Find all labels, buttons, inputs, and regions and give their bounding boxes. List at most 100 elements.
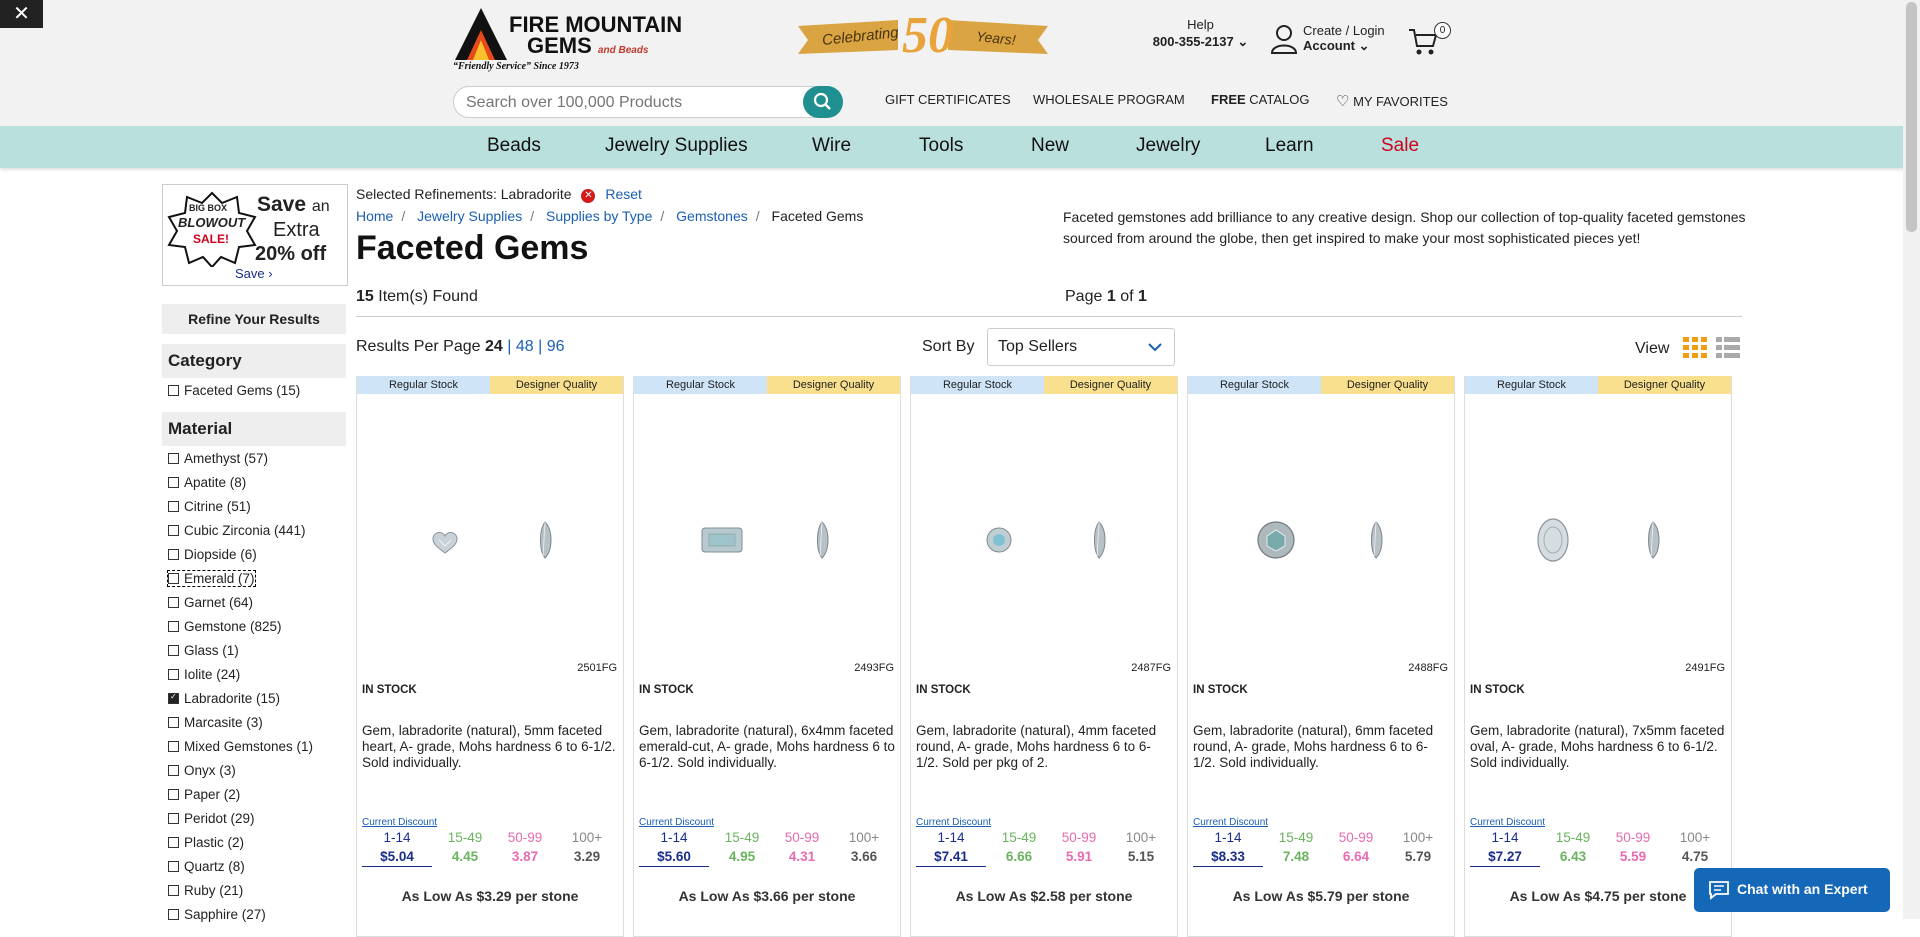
product-description[interactable]: Gem, labradorite (natural), 4mm faceted … (916, 723, 1172, 771)
blowout-sale-promo[interactable]: BIG BOX BLOWOUT SALE! Save an Extra 20% … (162, 184, 348, 286)
product-description[interactable]: Gem, labradorite (natural), 5mm faceted … (362, 723, 618, 771)
sort-select[interactable]: Top Sellers (987, 328, 1175, 366)
reset-link[interactable]: Reset (605, 186, 642, 202)
checkbox[interactable] (168, 644, 179, 656)
material-option[interactable]: Diopside (6) (162, 542, 346, 566)
checkbox[interactable] (168, 500, 179, 512)
checkbox[interactable] (168, 908, 179, 920)
checkbox[interactable] (168, 860, 179, 872)
product-card[interactable]: Regular Stock Designer Quality 2493FG IN ST… (633, 376, 901, 937)
product-card[interactable]: Regular Stock Designer Quality 2487FG IN ST… (910, 376, 1178, 937)
product-image[interactable] (634, 504, 900, 576)
help-phone[interactable]: Help 800-355-2137 ⌄ (1148, 17, 1253, 50)
checkbox[interactable] (168, 572, 179, 584)
per-page-48[interactable]: 48 (516, 338, 534, 355)
material-option[interactable]: Citrine (51) (162, 494, 346, 518)
material-option[interactable]: Glass (1) (162, 638, 346, 662)
gift-certificates-link[interactable]: GIFT CERTIFICATES (885, 92, 1011, 107)
nav-learn[interactable]: Learn (1265, 135, 1314, 157)
material-option[interactable]: Iolite (24) (162, 662, 346, 686)
product-description[interactable]: Gem, labradorite (natural), 6mm faceted … (1193, 723, 1449, 771)
material-option[interactable]: Gemstone (825) (162, 614, 346, 638)
tools-icon[interactable]: ✕ (0, 0, 43, 28)
my-favorites-link[interactable]: ♡ MY FAVORITES (1336, 92, 1448, 110)
material-option[interactable]: Peridot (29) (162, 806, 346, 830)
material-option[interactable]: Paper (2) (162, 782, 346, 806)
material-option[interactable]: Emerald (7) (162, 566, 346, 590)
current-discount-link[interactable]: Current Discount (1193, 817, 1268, 828)
crumb-gemstones[interactable]: Gemstones (676, 208, 748, 224)
checkbox[interactable] (168, 788, 179, 800)
nav-sale[interactable]: Sale (1381, 135, 1419, 157)
material-option[interactable]: Ruby (21) (162, 878, 346, 902)
current-discount-link[interactable]: Current Discount (639, 817, 714, 828)
product-image[interactable] (911, 504, 1177, 576)
checkbox[interactable] (168, 836, 179, 848)
crumb-supplies-by-type[interactable]: Supplies by Type (546, 208, 652, 224)
checkbox[interactable] (168, 452, 179, 464)
current-discount-link[interactable]: Current Discount (362, 817, 437, 828)
site-logo[interactable]: FIRE MOUNTAIN GEMS and Beads “Friendly S… (453, 6, 683, 74)
checkbox[interactable] (168, 692, 179, 704)
product-description[interactable]: Gem, labradorite (natural), 6x4mm facete… (639, 723, 895, 771)
account-menu[interactable]: Create / Login Account ⌄ (1270, 20, 1390, 56)
nav-jewelry[interactable]: Jewelry (1136, 135, 1200, 157)
product-card[interactable]: Regular Stock Designer Quality 2488FG IN ST… (1187, 376, 1455, 937)
product-image[interactable] (1465, 504, 1731, 576)
checkbox[interactable] (168, 884, 179, 896)
material-option[interactable]: Amethyst (57) (162, 446, 346, 470)
checkbox[interactable] (168, 476, 179, 488)
product-card[interactable]: Regular Stock Designer Quality 2491FG IN ST… (1464, 376, 1732, 937)
product-description[interactable]: Gem, labradorite (natural), 7x5mm facete… (1470, 723, 1726, 771)
material-option[interactable]: Labradorite (15) (162, 686, 346, 710)
checkbox[interactable] (168, 812, 179, 824)
per-page-96[interactable]: 96 (547, 338, 565, 355)
crumb-jewelry-supplies[interactable]: Jewelry Supplies (417, 208, 522, 224)
nav-jewelry-supplies[interactable]: Jewelry Supplies (605, 135, 748, 157)
material-option[interactable]: Mixed Gemstones (1) (162, 734, 346, 758)
nav-new[interactable]: New (1031, 135, 1069, 157)
material-option[interactable]: Marcasite (3) (162, 710, 346, 734)
wholesale-program-link[interactable]: WHOLESALE PROGRAM (1033, 92, 1185, 107)
promo-link[interactable]: Save › (235, 266, 273, 281)
material-option[interactable]: Apatite (8) (162, 470, 346, 494)
remove-refinement-icon[interactable]: ✕ (581, 189, 596, 203)
product-image[interactable] (357, 504, 623, 576)
grid-view-icon[interactable] (1683, 337, 1707, 359)
current-discount-link[interactable]: Current Discount (916, 817, 991, 828)
list-view-icon[interactable] (1716, 337, 1740, 359)
checkbox[interactable] (168, 668, 179, 680)
material-heading[interactable]: Material (162, 412, 346, 446)
tag-designer-quality: Designer Quality (490, 376, 623, 394)
material-option[interactable]: Sapphire (27) (162, 902, 346, 926)
material-option[interactable]: Plastic (2) (162, 830, 346, 854)
checkbox[interactable] (168, 740, 179, 752)
checkbox[interactable] (168, 596, 179, 608)
category-option[interactable]: Faceted Gems (15) (162, 378, 346, 402)
material-option[interactable]: Cubic Zirconia (441) (162, 518, 346, 542)
checkbox[interactable] (168, 524, 179, 536)
per-page-24[interactable]: 24 (485, 338, 503, 355)
free-catalog-link[interactable]: FREE CATALOG (1211, 92, 1310, 107)
scrollbar-thumb[interactable] (1906, 2, 1917, 232)
crumb-home[interactable]: Home (356, 208, 393, 224)
checkbox[interactable] (168, 384, 179, 396)
material-option[interactable]: Onyx (3) (162, 758, 346, 782)
chat-button[interactable]: Chat with an Expert (1694, 868, 1890, 912)
current-discount-link[interactable]: Current Discount (1470, 817, 1545, 828)
search-button[interactable] (803, 86, 843, 118)
checkbox[interactable] (168, 764, 179, 776)
category-heading[interactable]: Category (162, 344, 346, 378)
nav-beads[interactable]: Beads (487, 135, 541, 157)
checkbox[interactable] (168, 548, 179, 560)
material-option[interactable]: Garnet (64) (162, 590, 346, 614)
product-card[interactable]: Regular Stock Designer Quality 2501FG IN ST… (356, 376, 624, 937)
product-image[interactable] (1188, 504, 1454, 576)
material-option[interactable]: Quartz (8) (162, 854, 346, 878)
checkbox[interactable] (168, 620, 179, 632)
nav-wire[interactable]: Wire (812, 135, 851, 157)
nav-tools[interactable]: Tools (919, 135, 963, 157)
search-input[interactable] (464, 90, 788, 116)
cart-button[interactable]: 0 (1408, 22, 1451, 56)
checkbox[interactable] (168, 716, 179, 728)
